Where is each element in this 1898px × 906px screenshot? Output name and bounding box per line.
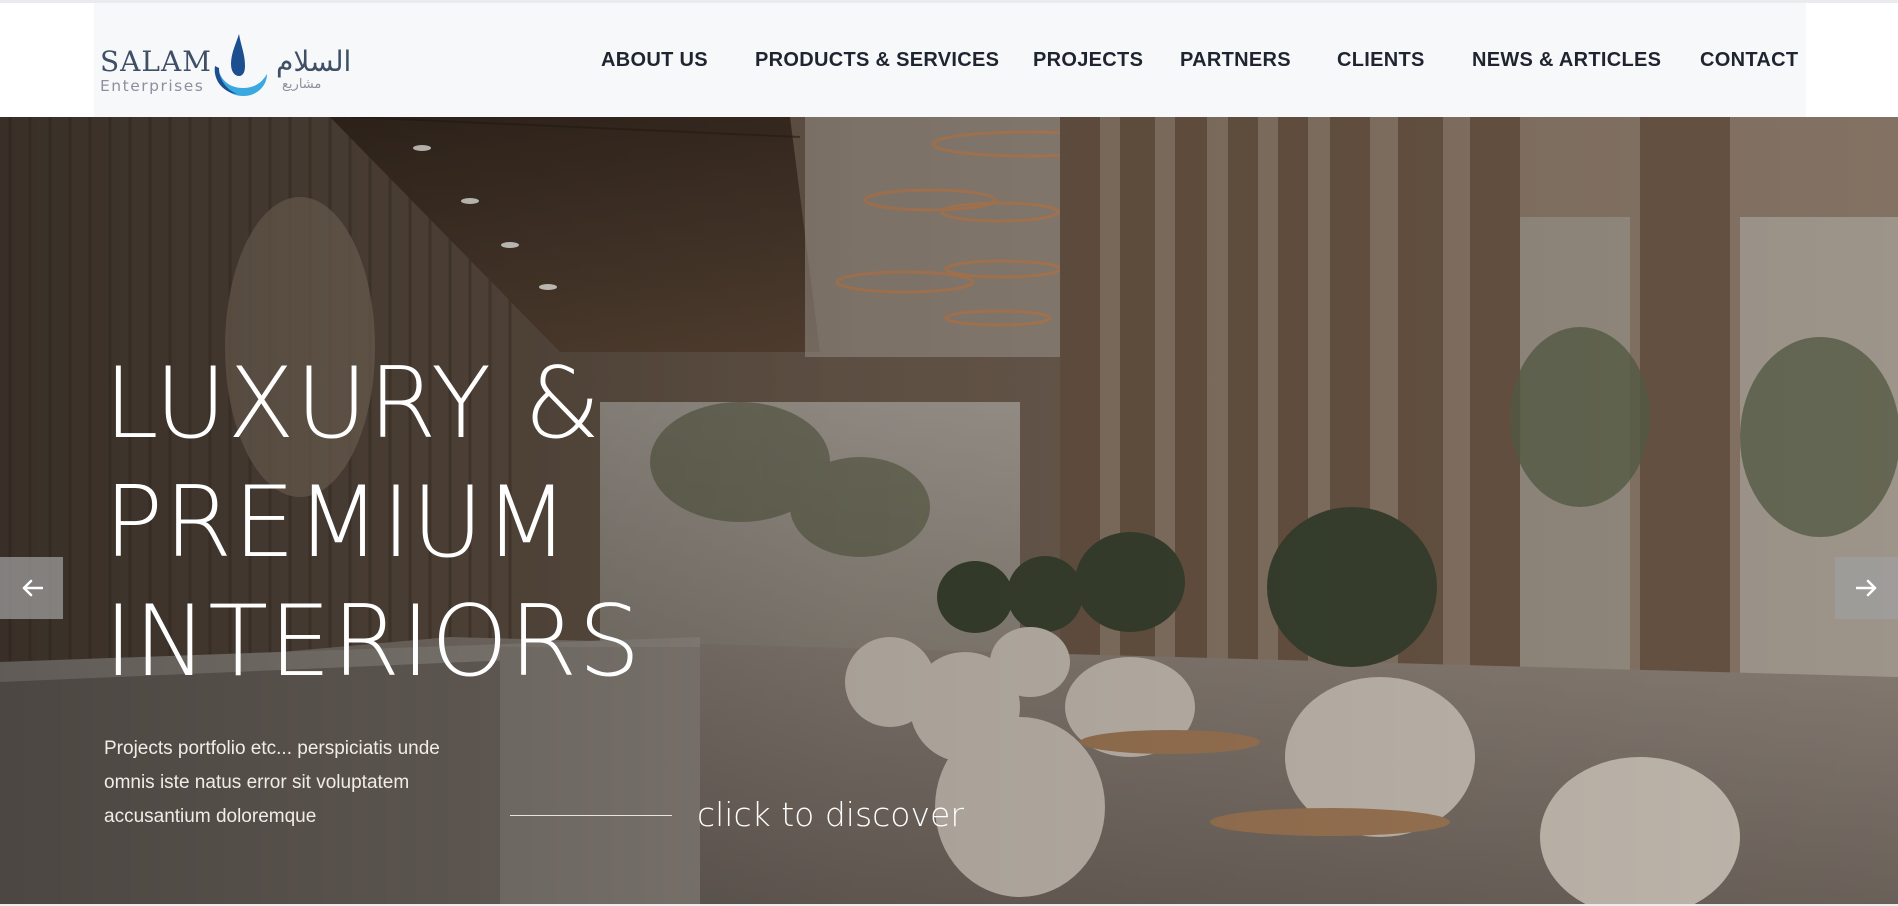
arrow-left-icon (22, 579, 43, 597)
logo-arabic-tagline: مشاريع (282, 77, 322, 92)
header-bar: SALAM Enterprises السلام مشاريع ABOUT US… (94, 3, 1806, 117)
brand-logo[interactable]: SALAM Enterprises السلام مشاريع (96, 29, 386, 99)
nav-projects[interactable]: PROJECTS (1033, 49, 1143, 79)
nav-about-us[interactable]: ABOUT US (601, 49, 708, 79)
nav-partners[interactable]: PARTNERS (1180, 49, 1291, 79)
hero-title-line: INTERIORS (104, 585, 642, 699)
water-drop-logo-icon (214, 34, 267, 96)
logo-tagline: Enterprises (100, 77, 205, 95)
discover-link[interactable]: click to discover (697, 795, 964, 834)
nav-products-services[interactable]: PRODUCTS & SERVICES (755, 49, 999, 79)
logo-name: SALAM (100, 45, 212, 78)
arrow-right-icon (1855, 579, 1876, 597)
nav-news-articles[interactable]: NEWS & ARTICLES (1472, 49, 1661, 79)
slider-next-button[interactable] (1835, 557, 1898, 619)
hero-title-line: PREMIUM (104, 466, 570, 580)
cta-divider (510, 815, 672, 816)
site-header: SALAM Enterprises السلام مشاريع ABOUT US… (0, 3, 1898, 117)
nav-contact[interactable]: CONTACT (1700, 49, 1798, 79)
logo-arabic-name: السلام (276, 45, 352, 78)
hero-title: LUXURY & PREMIUM INTERIORS (104, 345, 641, 702)
hero-title-line: LUXURY & (104, 347, 602, 461)
hero-description: Projects portfolio etc... perspiciatis u… (104, 738, 440, 827)
slider-prev-button[interactable] (0, 557, 63, 619)
nav-clients[interactable]: CLIENTS (1337, 49, 1425, 79)
hero-slider: LUXURY & PREMIUM INTERIORS Projects port… (0, 117, 1898, 904)
